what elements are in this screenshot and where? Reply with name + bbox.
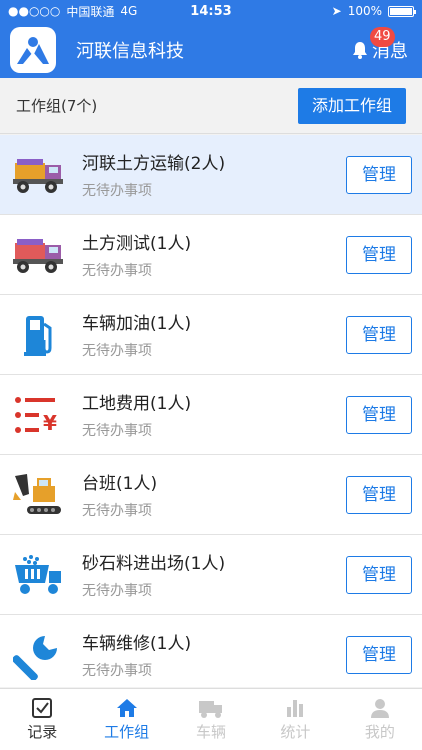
tab-label: 统计	[280, 723, 311, 741]
app-header: 河联信息科技 49 消息	[0, 22, 422, 78]
group-item[interactable]: 车辆维修(1人) 无待办事项 管理	[0, 615, 422, 687]
fuel-pump-icon	[10, 307, 66, 363]
manage-button[interactable]: 管理	[346, 395, 412, 434]
group-list: 河联土方运输(2人) 无待办事项 管理 土方测试(1人) 无待办事项 管理 车辆…	[0, 135, 422, 687]
group-subtitle: 无待办事项	[82, 583, 152, 599]
messages-badge: 49	[370, 27, 395, 47]
messages-button[interactable]: 49 消息	[352, 27, 408, 63]
battery-percent: 100%	[347, 4, 382, 18]
truck-icon	[199, 701, 223, 718]
group-item[interactable]: 河联土方运输(2人) 无待办事项 管理	[0, 135, 422, 215]
group-subtitle: 无待办事项	[82, 343, 152, 359]
bell-icon	[353, 42, 367, 59]
network-label: 4G	[120, 4, 138, 18]
manage-button[interactable]: 管理	[346, 635, 412, 674]
wrench-icon	[10, 627, 66, 683]
tab-statistics[interactable]: 统计	[253, 689, 337, 750]
manage-button[interactable]: 管理	[346, 235, 412, 274]
group-count: 工作组(7个)	[16, 97, 98, 115]
group-title: 土方测试(1人)	[82, 234, 192, 254]
dump-truck-icon	[10, 227, 66, 283]
group-subtitle: 无待办事项	[82, 183, 152, 199]
group-toolbar: 工作组(7个) 添加工作组	[0, 78, 422, 134]
tab-label: 工作组	[104, 723, 150, 741]
excavator-icon	[10, 467, 66, 523]
group-title: 砂石料进出场(1人)	[82, 554, 226, 574]
add-group-button[interactable]: 添加工作组	[297, 87, 406, 124]
bar-chart-icon	[287, 700, 304, 717]
manage-button[interactable]: 管理	[346, 155, 412, 194]
group-item[interactable]: 砂石料进出场(1人) 无待办事项 管理	[0, 535, 422, 615]
battery-icon	[388, 5, 416, 17]
gravel-truck-icon	[10, 547, 66, 603]
tab-workgroups[interactable]: 工作组	[84, 689, 168, 750]
tab-label: 车辆	[196, 723, 227, 741]
tab-profile[interactable]: 我的	[338, 689, 422, 750]
tab-bar: 记录 工作组 车辆 统计 我的	[0, 688, 422, 750]
status-bar: ●●○○○ 中国联通 4G 14:53 ➤ 100%	[0, 0, 422, 22]
tab-vehicles[interactable]: 车辆	[169, 689, 253, 750]
group-item[interactable]: ¥ 工地费用(1人) 无待办事项 管理	[0, 375, 422, 455]
dump-truck-icon	[10, 147, 66, 203]
group-title: 河联土方运输(2人)	[82, 154, 226, 174]
checklist-icon	[32, 698, 53, 718]
signal-icon: ●●○○○	[8, 4, 61, 18]
app-title: 河联信息科技	[76, 41, 184, 62]
group-title: 台班(1人)	[82, 474, 158, 494]
group-item[interactable]: 车辆加油(1人) 无待办事项 管理	[0, 295, 422, 375]
manage-button[interactable]: 管理	[346, 315, 412, 354]
carrier-label: 中国联通	[66, 4, 115, 19]
home-icon	[116, 699, 137, 717]
tab-label: 我的	[364, 723, 395, 741]
manage-button[interactable]: 管理	[346, 475, 412, 514]
tab-label: 记录	[27, 723, 58, 741]
expense-list-icon: ¥	[10, 387, 66, 443]
location-icon: ➤	[331, 4, 342, 18]
svg-text:¥: ¥	[43, 411, 57, 435]
group-title: 车辆维修(1人)	[82, 634, 192, 654]
group-title: 工地费用(1人)	[82, 394, 192, 414]
group-item[interactable]: 土方测试(1人) 无待办事项 管理	[0, 215, 422, 295]
group-subtitle: 无待办事项	[82, 663, 152, 679]
group-subtitle: 无待办事项	[82, 263, 152, 279]
app-logo	[10, 27, 56, 73]
group-subtitle: 无待办事项	[82, 423, 152, 439]
clock: 14:53	[190, 3, 232, 19]
group-item[interactable]: 台班(1人) 无待办事项 管理	[0, 455, 422, 535]
tab-records[interactable]: 记录	[0, 689, 84, 750]
user-icon	[370, 699, 389, 718]
group-subtitle: 无待办事项	[82, 503, 152, 519]
group-title: 车辆加油(1人)	[82, 314, 192, 334]
manage-button[interactable]: 管理	[346, 555, 412, 594]
